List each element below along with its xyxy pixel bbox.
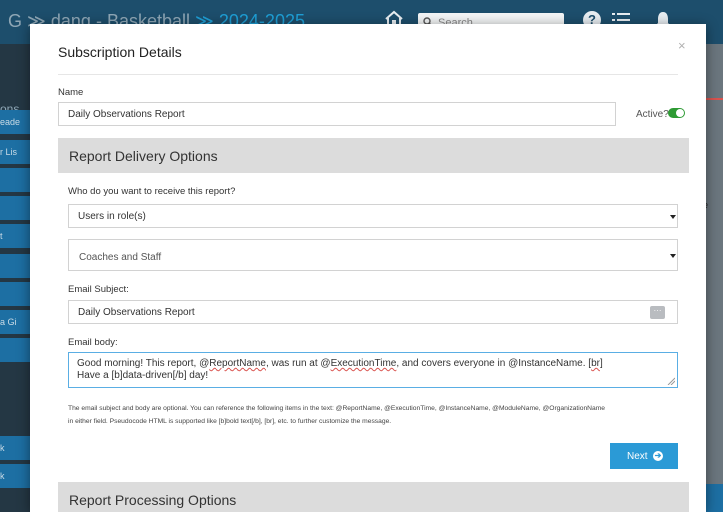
subscription-modal: Subscription Details × Name Daily Observ… — [30, 24, 706, 512]
active-toggle[interactable] — [668, 108, 685, 118]
body-textarea[interactable]: Good morning! This report, @ReportName, … — [68, 352, 678, 388]
chevron-down-icon — [670, 215, 676, 219]
help-text: The email subject and body are optional.… — [68, 405, 606, 425]
processing-section-header[interactable]: Report Processing Options — [58, 482, 689, 512]
role-select[interactable]: Coaches and Staff — [68, 239, 678, 271]
chevron-down-icon — [670, 254, 676, 258]
name-label: Name — [58, 87, 84, 98]
active-label: Active? — [636, 109, 669, 120]
body-line-2: Have a [b]data-driven[/b] day! — [77, 370, 209, 381]
close-icon[interactable]: × — [678, 38, 686, 53]
recipients-value: Users in role(s) — [78, 211, 146, 222]
delivery-section-header[interactable]: Report Delivery Options — [58, 138, 689, 173]
body-label: Email body: — [68, 337, 118, 348]
section-title: Report Delivery Options — [69, 148, 218, 164]
recipients-label: Who do you want to receive this report? — [68, 186, 236, 197]
arrow-right-icon: ➔ — [653, 451, 663, 461]
section-title: Report Processing Options — [69, 492, 237, 508]
modal-title: Subscription Details — [58, 44, 182, 60]
role-value: Coaches and Staff — [79, 252, 162, 263]
toggle-knob — [676, 109, 684, 117]
chat-icon[interactable]: ··· — [650, 306, 665, 319]
body-line-1: Good morning! This report, @ReportName, … — [77, 358, 603, 369]
breadcrumb-prefix[interactable]: G — [8, 11, 22, 31]
resize-handle[interactable] — [667, 377, 675, 385]
name-input[interactable]: Daily Observations Report — [58, 102, 616, 126]
recipients-select[interactable]: Users in role(s) — [68, 204, 678, 228]
subject-label: Email Subject: — [68, 284, 129, 295]
divider — [58, 74, 678, 75]
next-button[interactable]: Next ➔ — [610, 443, 678, 469]
subject-input[interactable]: Daily Observations Report — [68, 300, 678, 324]
